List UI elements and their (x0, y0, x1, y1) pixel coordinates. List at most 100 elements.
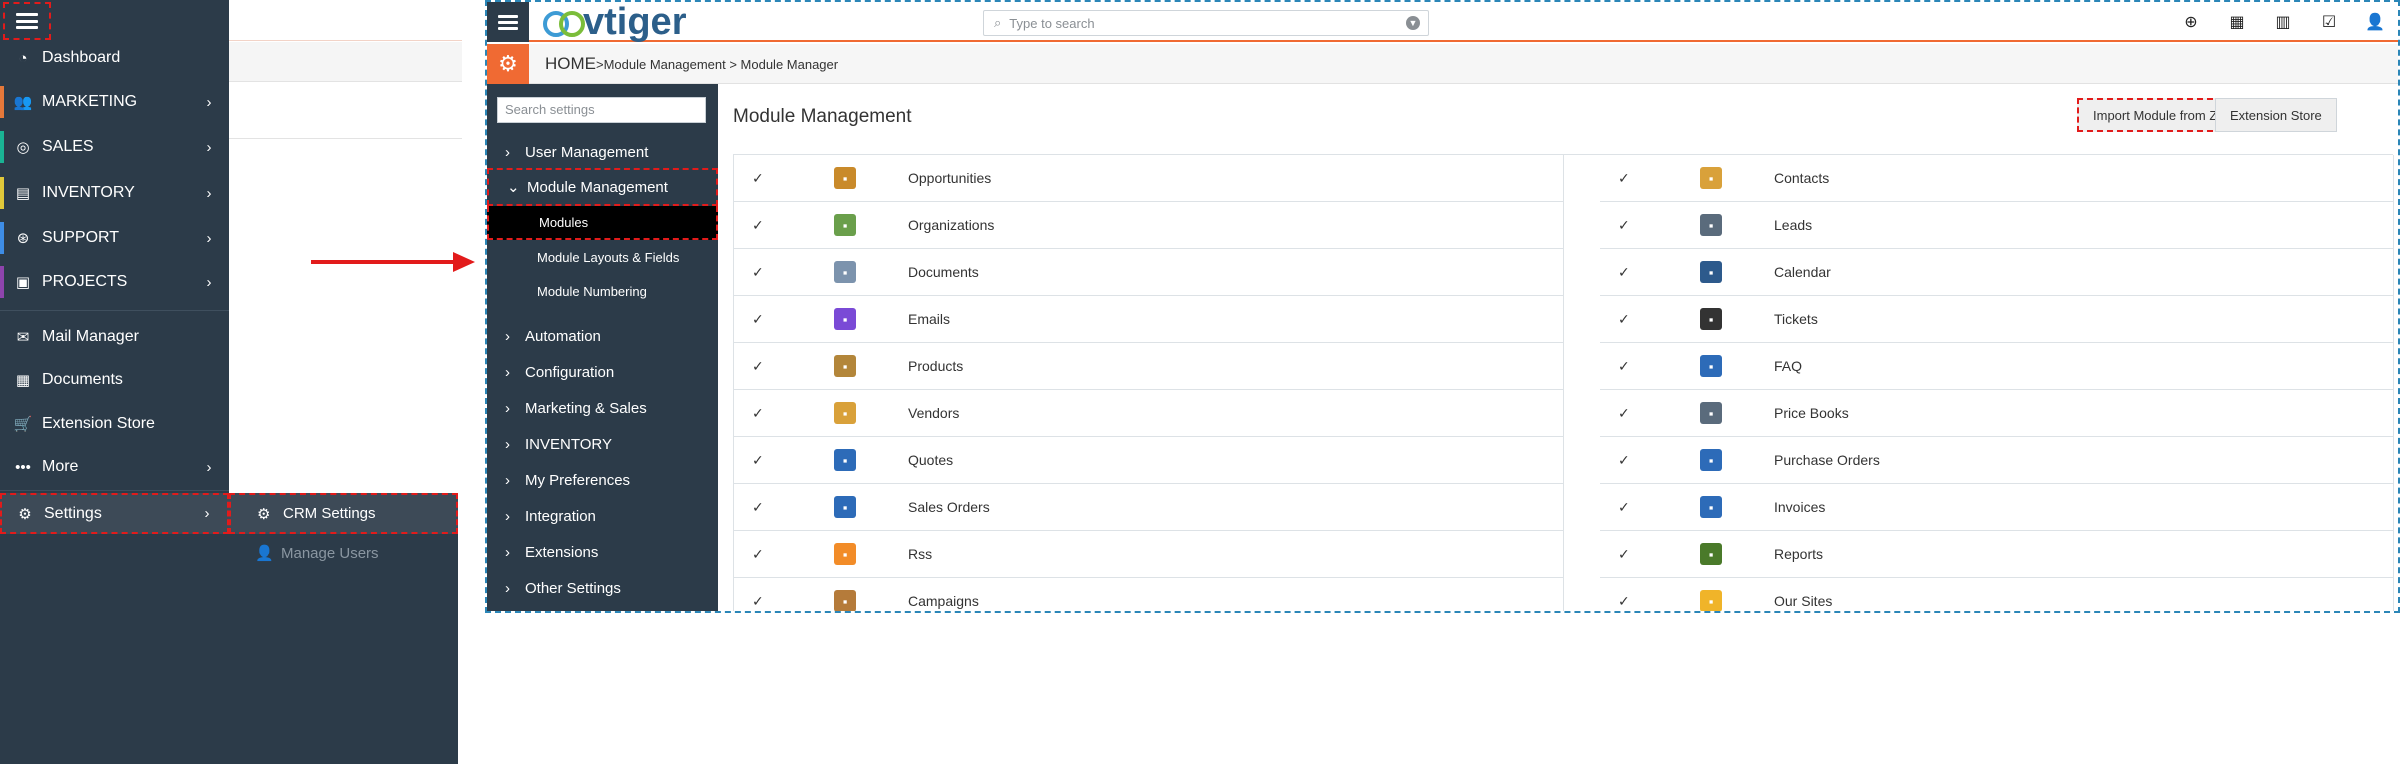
module-enabled-checkbox[interactable]: ✓ (1618, 358, 1658, 375)
settings-search-input[interactable]: Search settings (497, 97, 706, 123)
nav-item-mail-manager[interactable]: ✉ Mail Manager (0, 317, 229, 357)
module-name[interactable]: Calendar (1774, 264, 2393, 280)
module-name[interactable]: Organizations (908, 217, 1563, 233)
calendar-icon[interactable]: ▦ (2214, 12, 2260, 32)
settings-item-user-management[interactable]: › User Management (487, 134, 718, 170)
quick-create-icon[interactable]: ⊕ (2168, 12, 2214, 32)
global-search-input[interactable]: ⌕ Type to search ▼ (983, 10, 1429, 36)
quote-doc-icon: ▪ (834, 449, 856, 471)
module-name[interactable]: Purchase Orders (1774, 452, 2393, 468)
submenu-item-manage-users[interactable]: 👤 Manage Users (229, 535, 458, 571)
nav-item-extension-store[interactable]: 🛒 Extension Store (0, 404, 229, 444)
module-enabled-checkbox[interactable]: ✓ (752, 499, 792, 516)
module-name[interactable]: Price Books (1774, 405, 2393, 421)
user-icon: 👤 (255, 545, 274, 562)
module-enabled-checkbox[interactable]: ✓ (752, 311, 792, 328)
settings-gear-icon[interactable]: ⚙ (487, 44, 529, 84)
module-name[interactable]: Campaigns (908, 593, 1563, 609)
module-enabled-checkbox[interactable]: ✓ (1618, 593, 1658, 610)
module-name[interactable]: Leads (1774, 217, 2393, 233)
user-profile-icon[interactable]: 👤 (2352, 12, 2398, 32)
settings-item-my-preferences[interactable]: › My Preferences (487, 462, 718, 498)
extension-store-button[interactable]: Extension Store (2215, 98, 2337, 132)
settings-item-integration[interactable]: › Integration (487, 498, 718, 534)
chevron-right-icon: › (505, 579, 510, 597)
module-name[interactable]: Our Sites (1774, 593, 2393, 609)
settings-item-extensions[interactable]: › Extensions (487, 534, 718, 570)
hamburger-icon (16, 13, 38, 29)
settings-item-label: Module Management (527, 178, 668, 196)
module-name[interactable]: Vendors (908, 405, 1563, 421)
chevron-right-icon: › (206, 273, 212, 291)
page-title: Module Management (733, 106, 912, 127)
section-color-bar (0, 222, 4, 254)
nav-item-dashboard[interactable]: ◔ Dashboard (0, 38, 229, 78)
nav-item-inventory[interactable]: ▤ INVENTORY › (0, 173, 229, 213)
module-enabled-checkbox[interactable]: ✓ (1618, 217, 1658, 234)
nav-item-support[interactable]: ⊛ SUPPORT › (0, 218, 229, 258)
settings-item-configuration[interactable]: › Configuration (487, 354, 718, 390)
books-icon: ▪ (1700, 402, 1722, 424)
module-name[interactable]: Documents (908, 264, 1563, 280)
module-name[interactable]: Rss (908, 546, 1563, 562)
vtiger-logo[interactable]: vtiger (543, 2, 686, 43)
module-name[interactable]: Opportunities (908, 170, 1563, 186)
module-name[interactable]: Contacts (1774, 170, 2393, 186)
module-name[interactable]: Products (908, 358, 1563, 374)
nav-item-sales[interactable]: ◎ SALES › (0, 127, 229, 167)
module-enabled-checkbox[interactable]: ✓ (1618, 499, 1658, 516)
gear-icon: ⚙ (257, 505, 271, 523)
reports-chart-icon[interactable]: ▥ (2260, 12, 2306, 32)
crm-menu-button[interactable] (487, 2, 529, 42)
module-name[interactable]: Tickets (1774, 311, 2393, 327)
module-enabled-checkbox[interactable]: ✓ (1618, 264, 1658, 281)
nav-item-label: Mail Manager (42, 328, 139, 345)
settings-item-marketing-sales[interactable]: › Marketing & Sales (487, 390, 718, 426)
headset-icon: ▪ (1700, 308, 1722, 330)
submenu-item-crm-settings[interactable]: ⚙ CRM Settings (229, 493, 458, 534)
module-name[interactable]: Reports (1774, 546, 2393, 562)
module-name[interactable]: Quotes (908, 452, 1563, 468)
module-enabled-checkbox[interactable]: ✓ (752, 452, 792, 469)
settings-subitem-module-layouts[interactable]: Module Layouts & Fields (487, 240, 718, 274)
settings-item-module-management[interactable]: ⌄ Module Management (487, 168, 718, 206)
module-enabled-checkbox[interactable]: ✓ (752, 358, 792, 375)
module-enabled-checkbox[interactable]: ✓ (752, 405, 792, 422)
module-enabled-checkbox[interactable]: ✓ (752, 170, 792, 187)
module-enabled-checkbox[interactable]: ✓ (1618, 546, 1658, 563)
chevron-right-icon: › (505, 143, 510, 161)
module-name[interactable]: FAQ (1774, 358, 2393, 374)
nav-item-documents[interactable]: ▦ Documents (0, 360, 229, 400)
tasks-checkbox-icon[interactable]: ☑ (2306, 12, 2352, 32)
settings-subitem-module-numbering[interactable]: Module Numbering (487, 274, 718, 308)
settings-subitem-modules[interactable]: Modules (487, 206, 718, 240)
module-enabled-checkbox[interactable]: ✓ (1618, 170, 1658, 187)
nav-item-marketing[interactable]: 👥 MARKETING › (0, 82, 229, 122)
map-icon: ▪ (834, 214, 856, 236)
breadcrumb-home[interactable]: HOME (545, 54, 596, 74)
module-enabled-checkbox[interactable]: ✓ (752, 546, 792, 563)
chevron-down-icon: ⌄ (507, 179, 520, 196)
module-enabled-checkbox[interactable]: ✓ (1618, 311, 1658, 328)
module-enabled-checkbox[interactable]: ✓ (1618, 405, 1658, 422)
module-enabled-checkbox[interactable]: ✓ (1618, 452, 1658, 469)
settings-item-other-settings[interactable]: › Other Settings (487, 570, 718, 606)
nav-item-projects[interactable]: ▣ PROJECTS › (0, 262, 229, 302)
nav-item-more[interactable]: ••• More › (0, 447, 229, 487)
module-name[interactable]: Sales Orders (908, 499, 1563, 515)
nav-item-settings[interactable]: ⚙ Settings › (0, 493, 229, 534)
settings-item-automation[interactable]: › Automation (487, 318, 718, 354)
chevron-down-icon[interactable]: ▼ (1406, 16, 1420, 30)
module-enabled-checkbox[interactable]: ✓ (752, 264, 792, 281)
module-enabled-checkbox[interactable]: ✓ (752, 217, 792, 234)
module-enabled-checkbox[interactable]: ✓ (752, 593, 792, 610)
menu-toggle-button[interactable] (3, 2, 51, 40)
module-name[interactable]: Invoices (1774, 499, 2393, 515)
hamburger-icon (498, 14, 518, 30)
module-row: ✓ ▪ Campaigns (734, 578, 1563, 611)
module-name[interactable]: Emails (908, 311, 1563, 327)
settings-item-label: Automation (525, 327, 601, 345)
settings-subitem-label: Module Layouts & Fields (537, 249, 680, 265)
settings-item-inventory[interactable]: › INVENTORY (487, 426, 718, 462)
target-icon: ◎ (16, 139, 30, 156)
